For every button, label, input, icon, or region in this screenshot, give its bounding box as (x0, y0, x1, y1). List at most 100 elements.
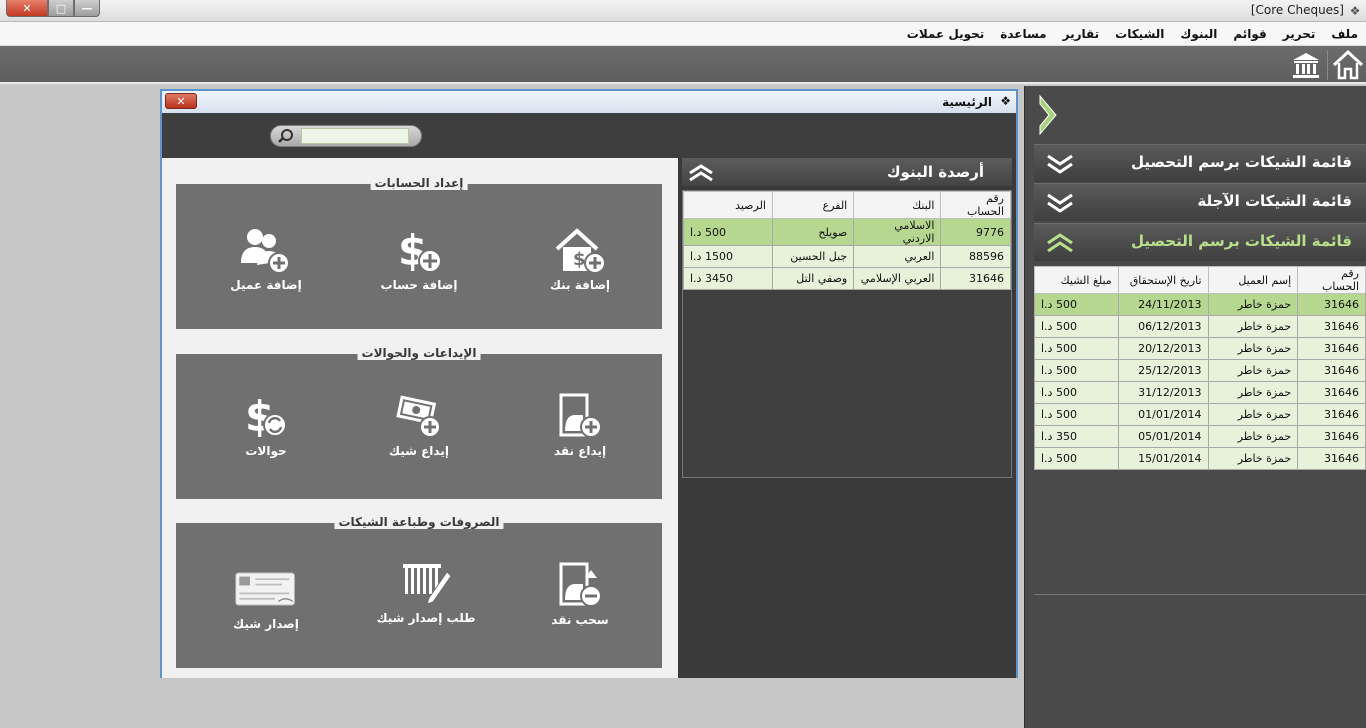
search-icon[interactable] (277, 128, 295, 144)
search-box (270, 125, 422, 147)
table-row[interactable]: 31646 حمزة خاطر 06/12/2013 500 د.ا (1034, 315, 1366, 338)
table-row[interactable]: 31646 حمزة خاطر 25/12/2013 500 د.ا (1034, 359, 1366, 382)
add-customer-button[interactable]: إضافة عميل (206, 224, 326, 293)
panel-splitter[interactable] (1024, 86, 1034, 728)
column-header[interactable]: رقم الحساب (940, 191, 1011, 219)
panel-collapse-arrow-icon[interactable] (1038, 94, 1058, 136)
table-row[interactable]: 9776 الاسلامي الاردني صويلح 500 د.ا (683, 218, 1011, 246)
maximize-button[interactable]: □ (48, 0, 74, 17)
menu-cheques[interactable]: الشيكات (1115, 27, 1164, 41)
accordion-label: قائمة الشيكات الآجلة (1197, 192, 1352, 210)
cell-branch: وصفي التل (771, 267, 855, 290)
table-row[interactable]: 31646 العربي الإسلامي وصفي التل 3450 د.ا (683, 267, 1011, 290)
group-title: إعداد الحسابات (370, 176, 468, 190)
bank-balances-area: أرصدة البنوك رقم الحساب البنك الفرع الرص… (678, 158, 1016, 678)
group-expenses-cheque-printing: الصروفات وطباعة الشيكات سحب نقد طلب إصدا… (176, 515, 662, 668)
menu-banks[interactable]: البنوك (1180, 27, 1217, 41)
cell-amount: 500 د.ا (1034, 381, 1119, 404)
column-header[interactable]: رقم الحساب (1297, 266, 1366, 294)
issue-cheque-button[interactable]: إصدار شيك (206, 563, 326, 632)
transfers-button[interactable]: $ حوالات (206, 390, 326, 459)
item-label: إصدار شيك (233, 617, 299, 631)
table-row[interactable]: 31646 حمزة خاطر 01/01/2014 500 د.ا (1034, 403, 1366, 426)
app-icon: ❖ (1349, 4, 1361, 18)
group-deposits-transfers: الإيداعات والحوالات إيداع نقد إيداع شيك … (176, 346, 662, 499)
column-header[interactable]: إسم العميل (1207, 266, 1299, 294)
cash-withdraw-button[interactable]: سحب نقد (520, 559, 640, 628)
dashboard-title: الرئيسية (942, 95, 992, 109)
add-bank-icon: $ (555, 228, 606, 274)
bank-balances-grid: رقم الحساب البنك الفرع الرصيد 9776 الاسل… (682, 190, 1012, 478)
bank-button[interactable] (1288, 49, 1324, 81)
add-account-button[interactable]: $ إضافة حساب (359, 224, 479, 293)
table-row[interactable]: 31646 حمزة خاطر 15/01/2014 500 د.ا (1034, 447, 1366, 470)
dashboard-title-bar: ❖ الرئيسية ✕ (162, 91, 1016, 113)
table-row[interactable]: 31646 حمزة خاطر 20/12/2013 500 د.ا (1034, 337, 1366, 360)
cell-account: 31646 (1297, 447, 1366, 470)
close-button[interactable]: ✕ (6, 0, 48, 17)
accordion-collection-cheques-expanded[interactable]: قائمة الشيكات برسم التحصيل (1034, 223, 1366, 261)
cell-customer: حمزة خاطر (1207, 447, 1299, 470)
column-header[interactable]: مبلغ الشيك (1034, 266, 1119, 294)
cell-account: 31646 (1297, 359, 1366, 382)
cell-customer: حمزة خاطر (1207, 425, 1299, 448)
accordion-postdated-cheques[interactable]: قائمة الشيكات الآجلة (1034, 183, 1366, 221)
item-label: إيداع شيك (389, 444, 449, 458)
cheque-deposit-button[interactable]: إيداع شيك (359, 390, 479, 459)
cell-amount: 500 د.ا (1034, 315, 1119, 338)
cell-balance: 1500 د.ا (683, 245, 773, 268)
menu-reports[interactable]: تقارير (1063, 27, 1100, 41)
table-row[interactable]: 31646 حمزة خاطر 05/01/2014 350 د.ا (1034, 425, 1366, 448)
column-header[interactable]: تاريخ الإستحقاق (1117, 266, 1209, 294)
cell-balance: 3450 د.ا (683, 267, 773, 290)
table-row[interactable]: 31646 حمزة خاطر 24/11/2013 500 د.ا (1034, 293, 1366, 316)
cell-customer: حمزة خاطر (1207, 337, 1299, 360)
title-bar: ✕ □ — [Core Cheques] ❖ (0, 0, 1366, 22)
cell-customer: حمزة خاطر (1207, 381, 1299, 404)
cash-deposit-icon (559, 393, 602, 438)
cash-deposit-button[interactable]: إيداع نقد (520, 390, 640, 459)
cell-account: 9776 (940, 218, 1011, 246)
menu-help[interactable]: مساعدة (1000, 27, 1046, 41)
table-row[interactable]: 88596 العربي جبل الحسين 1500 د.ا (683, 245, 1011, 268)
table-row[interactable]: 31646 حمزة خاطر 31/12/2013 500 د.ا (1034, 381, 1366, 404)
chevron-down-icon (1047, 154, 1073, 174)
table-header-row: رقم الحساب البنك الفرع الرصيد (683, 191, 1011, 219)
add-bank-button[interactable]: $ إضافة بنك (520, 224, 640, 293)
accordion-collection-cheques[interactable]: قائمة الشيكات برسم التحصيل (1034, 144, 1366, 182)
cell-account: 31646 (1297, 293, 1366, 316)
main-dashboard-window: ❖ الرئيسية ✕ إعداد الحسابات $ إضافة بنك … (160, 89, 1018, 678)
cell-amount: 500 د.ا (1034, 447, 1119, 470)
dashboard-close-button[interactable]: ✕ (165, 93, 197, 109)
menu-edit[interactable]: تحرير (1283, 27, 1316, 41)
minimize-button[interactable]: — (74, 0, 100, 17)
column-header[interactable]: الرصيد (683, 191, 773, 219)
quick-actions-area: إعداد الحسابات $ إضافة بنك $ إضافة حساب … (162, 158, 678, 678)
cell-account: 31646 (1297, 315, 1366, 338)
bank-balances-table: رقم الحساب البنك الفرع الرصيد 9776 الاسل… (683, 191, 1011, 290)
toolbar (0, 46, 1366, 84)
table-header-row: رقم الحساب إسم العميل تاريخ الإستحقاق مب… (1034, 266, 1366, 294)
divider (1034, 594, 1366, 595)
cell-account: 31646 (1297, 337, 1366, 360)
add-customer-icon (241, 229, 290, 274)
cell-customer: حمزة خاطر (1207, 293, 1299, 316)
chevron-up-icon (1047, 233, 1073, 253)
column-header[interactable]: البنك (853, 191, 942, 219)
search-input[interactable] (301, 128, 409, 144)
menu-currency-exchange[interactable]: تحويل عملات (907, 27, 984, 41)
home-button[interactable] (1330, 49, 1366, 81)
cell-bank: الاسلامي الاردني (853, 218, 942, 246)
cheque-deposit-icon (396, 395, 441, 438)
column-header[interactable]: الفرع (771, 191, 855, 219)
item-label: حوالات (245, 444, 287, 458)
accordion-label: قائمة الشيكات برسم التحصيل (1131, 232, 1352, 250)
cell-due-date: 06/12/2013 (1117, 315, 1209, 338)
menu-file[interactable]: ملف (1331, 27, 1358, 41)
menu-lists[interactable]: قوائم (1233, 27, 1266, 41)
collection-cheques-table: رقم الحساب إسم العميل تاريخ الإستحقاق مب… (1034, 266, 1366, 470)
bank-balances-header[interactable]: أرصدة البنوك (682, 158, 1012, 186)
cheque-request-button[interactable]: طلب إصدار شيك (366, 557, 486, 626)
chevron-down-icon (1047, 193, 1073, 213)
item-label: إضافة حساب (380, 278, 458, 292)
